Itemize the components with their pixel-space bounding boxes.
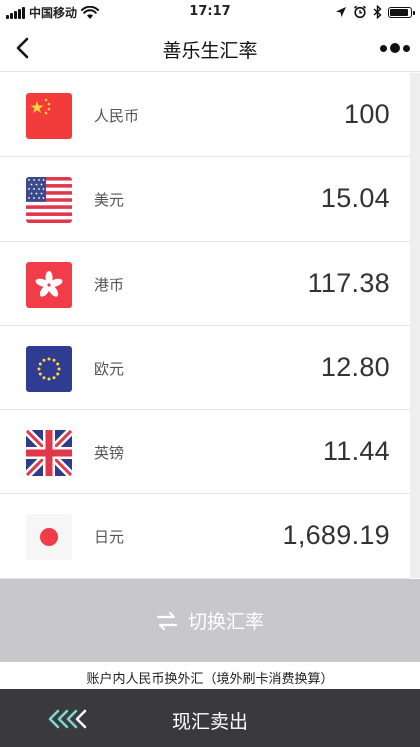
bottom-bar[interactable]: 现汇卖出 xyxy=(0,689,420,747)
currency-amount: 11.44 xyxy=(322,436,390,467)
more-dots-icon[interactable] xyxy=(380,40,410,56)
rate-row-hkd[interactable]: 港币 117.38 xyxy=(0,242,410,326)
currency-name: 英镑 xyxy=(94,444,125,463)
nav-bar: 善乐生汇率 xyxy=(0,24,420,72)
eu-flag-icon xyxy=(26,345,72,392)
currency-amount: 117.38 xyxy=(307,267,390,298)
currency-name: 美元 xyxy=(94,191,125,210)
japan-flag-icon xyxy=(26,514,72,561)
switch-rate-label: 切换汇率 xyxy=(187,611,264,633)
currency-amount: 12.80 xyxy=(320,351,390,382)
uk-flag-icon xyxy=(26,430,72,477)
rate-row-jpy[interactable]: 日元 1,689.19 xyxy=(0,494,410,579)
page-title: 善乐生汇率 xyxy=(162,40,258,62)
hong-kong-flag-icon xyxy=(26,261,72,308)
rate-row-eur[interactable]: 欧元 12.80 xyxy=(0,326,410,411)
rate-list: 人民币 100 美元 15.04 港币 117.38 欧元 12.80 英镑 1… xyxy=(0,73,410,579)
status-right xyxy=(335,5,415,19)
currency-name: 欧元 xyxy=(94,359,125,378)
location-arrow-icon xyxy=(336,7,346,17)
alarm-clock-icon xyxy=(353,5,367,19)
currency-amount: 100 xyxy=(344,99,390,129)
currency-amount: 15.04 xyxy=(320,183,390,214)
rate-row-gbp[interactable]: 英镑 11.44 xyxy=(0,410,410,495)
usa-flag-icon xyxy=(26,177,72,224)
currency-name: 日元 xyxy=(94,528,125,547)
status-bar: 中国移动 17:17 xyxy=(0,0,420,24)
currency-name: 人民币 xyxy=(94,107,140,125)
bluetooth-icon xyxy=(373,5,382,19)
footnote: 账户内人民币换外汇（境外刷卡消费换算） xyxy=(86,672,334,687)
rate-row-usd[interactable]: 美元 15.04 xyxy=(0,157,410,242)
scrollbar[interactable] xyxy=(410,73,420,578)
swap-arrows-icon xyxy=(156,611,178,630)
sell-rate-label: 现汇卖出 xyxy=(171,711,248,733)
battery-icon xyxy=(388,6,415,18)
switch-rate-button[interactable]: 切换汇率 xyxy=(0,579,420,662)
china-flag-icon xyxy=(26,93,72,139)
currency-name: 港币 xyxy=(94,275,125,294)
rate-row-cny[interactable]: 人民币 100 xyxy=(0,73,410,158)
currency-amount: 1,689.19 xyxy=(282,520,390,551)
